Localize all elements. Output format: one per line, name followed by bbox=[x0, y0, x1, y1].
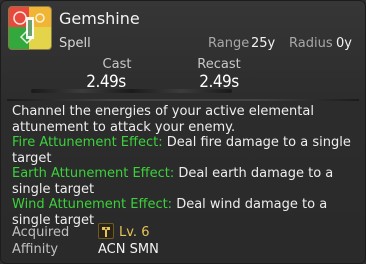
arcanist-icon bbox=[98, 223, 114, 239]
cast-label: Cast bbox=[102, 57, 132, 72]
radius-value: 0y bbox=[336, 36, 352, 51]
affinity-label: Affinity bbox=[12, 242, 59, 257]
effect-name-fire: Fire Attunement Effect: bbox=[12, 135, 163, 150]
action-category: Spell bbox=[59, 36, 91, 51]
gemshine-icon bbox=[8, 6, 52, 50]
affinity-value: ACN SMN bbox=[98, 242, 159, 257]
acquired-label: Acquired bbox=[12, 225, 70, 240]
description-intro: Channel the energies of your active elem… bbox=[12, 104, 314, 135]
action-tooltip: Gemshine Spell Range 25y Radius 0y Cast … bbox=[0, 0, 366, 264]
effect-line-wind: Wind Attunement Effect: Deal wind damage… bbox=[12, 197, 357, 228]
action-description: Channel the energies of your active elem… bbox=[12, 104, 357, 228]
range-value: 25y bbox=[251, 36, 276, 51]
cast-bar bbox=[31, 89, 133, 93]
effect-line-earth: Earth Attunement Effect: Deal earth dama… bbox=[12, 166, 357, 197]
acquired-level: Lv. 6 bbox=[119, 225, 150, 240]
radius-label: Radius bbox=[289, 36, 333, 51]
recast-label: Recast bbox=[197, 57, 241, 72]
recast-bar bbox=[130, 89, 232, 93]
effect-name-wind: Wind Attunement Effect: bbox=[12, 197, 173, 212]
effect-line-fire: Fire Attunement Effect: Deal fire damage… bbox=[12, 135, 357, 166]
effect-name-earth: Earth Attunement Effect: bbox=[12, 166, 175, 181]
divider bbox=[7, 99, 359, 101]
action-name: Gemshine bbox=[59, 9, 140, 28]
range-label: Range bbox=[208, 36, 250, 51]
